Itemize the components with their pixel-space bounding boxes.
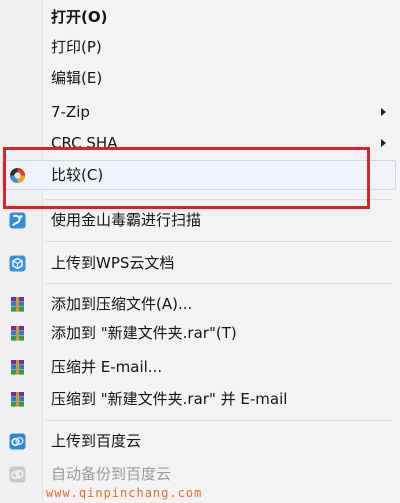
kingsoft-antivirus-icon (9, 212, 26, 229)
menu-item-label: 自动备份到百度云 (51, 465, 172, 483)
menu-item-edit[interactable]: 编辑(E) (0, 63, 400, 93)
menu-item-label: 打开(O) (51, 8, 108, 26)
menu-item-label: 压缩到 "新建文件夹.rar" 并 E-mail (51, 390, 288, 408)
menu-separator (45, 241, 392, 242)
baidu-cloud-icon (9, 433, 26, 450)
menu-item-label: 上传到百度云 (51, 432, 142, 450)
wps-cloud-icon (9, 255, 26, 272)
menu-item-add-to-rar[interactable]: 添加到 "新建文件夹.rar"(T) (0, 318, 400, 348)
watermark: www.qinpinchang.com (46, 486, 203, 500)
menu-separator (45, 283, 392, 284)
menu-item-baidu-upload[interactable]: 上传到百度云 (0, 426, 400, 456)
submenu-arrow-icon (381, 108, 386, 116)
winrar-icon (9, 359, 26, 376)
menu-item-label: 添加到 "新建文件夹.rar"(T) (51, 324, 237, 342)
context-menu: 打开(O) 打印(P) 编辑(E) 7-Zip CRC SHA 比较(C) 使用… (0, 0, 400, 503)
menu-item-label: 压缩并 E-mail... (51, 358, 163, 376)
annotation-highlight-box (3, 147, 370, 209)
winrar-icon (9, 296, 26, 313)
menu-item-label: 7-Zip (51, 103, 90, 121)
menu-item-print[interactable]: 打印(P) (0, 32, 400, 62)
menu-item-compress-email[interactable]: 压缩并 E-mail... (0, 352, 400, 382)
menu-item-label: 打印(P) (51, 38, 102, 56)
menu-item-open[interactable]: 打开(O) (0, 2, 400, 32)
menu-item-baidu-backup: 自动备份到百度云 (0, 459, 400, 489)
winrar-icon (9, 325, 26, 342)
winrar-icon (9, 391, 26, 408)
menu-item-label: 添加到压缩文件(A)... (51, 295, 193, 313)
menu-item-wps-upload[interactable]: 上传到WPS云文档 (0, 248, 400, 278)
baidu-backup-icon (9, 466, 26, 483)
submenu-arrow-icon (381, 139, 386, 147)
menu-separator (45, 420, 392, 421)
menu-item-label: 使用金山毒霸进行扫描 (51, 211, 202, 229)
menu-item-7zip[interactable]: 7-Zip (0, 97, 400, 127)
menu-item-label: 编辑(E) (51, 69, 103, 87)
menu-item-label: 上传到WPS云文档 (51, 254, 175, 272)
menu-item-compress-rar-email[interactable]: 压缩到 "新建文件夹.rar" 并 E-mail (0, 384, 400, 414)
menu-item-kingsoft-scan[interactable]: 使用金山毒霸进行扫描 (0, 205, 400, 235)
menu-item-add-to-archive[interactable]: 添加到压缩文件(A)... (0, 289, 400, 319)
